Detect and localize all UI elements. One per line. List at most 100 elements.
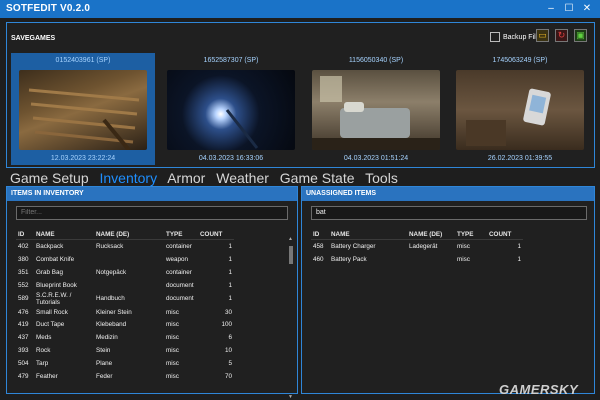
- cell-count: 1: [228, 268, 232, 276]
- unassigned-filter-input[interactable]: [311, 206, 587, 220]
- tab-armor[interactable]: Armor: [167, 170, 205, 186]
- cell-name: Combat Knife: [36, 255, 75, 263]
- refresh-icon[interactable]: ↻: [555, 29, 568, 42]
- cell-type: misc: [166, 321, 179, 329]
- scroll-down-icon[interactable]: ▼: [288, 394, 293, 400]
- cell-count: 6: [228, 334, 232, 342]
- savegame-slot-3[interactable]: 1156050340 (SP) 04.03.2023 01:51:24: [304, 53, 448, 165]
- cell-name: Grab Bag: [36, 268, 63, 276]
- inventory-table: ID NAME NAME (DE) TYPE COUNT 402 Backpack…: [16, 229, 234, 383]
- cell-type: misc: [166, 372, 179, 380]
- table-row[interactable]: 460 Battery Pack misc 1: [311, 253, 523, 266]
- cell-id: 380: [18, 255, 29, 263]
- savegame-date: 26.02.2023 01:39:55: [487, 155, 553, 162]
- cell-name-de: Rucksack: [96, 242, 124, 250]
- cell-count: 1: [228, 242, 232, 250]
- column-header-count[interactable]: COUNT: [487, 229, 523, 240]
- column-header-name-de[interactable]: NAME (DE): [407, 229, 455, 240]
- scrollbar-thumb[interactable]: [289, 246, 293, 264]
- cell-name-de: Klebeband: [96, 321, 127, 329]
- cell-count: 100: [221, 321, 232, 329]
- flashlight-night-image: [225, 109, 259, 149]
- column-header-name[interactable]: NAME: [329, 229, 407, 240]
- tab-inventory[interactable]: Inventory: [100, 170, 158, 186]
- tab-game-setup[interactable]: Game Setup: [10, 170, 89, 186]
- maximize-icon[interactable]: ☐: [562, 2, 576, 15]
- window-title: SOTFEDIT V0.2.0: [6, 3, 91, 14]
- unassigned-panel: UNASSIGNED ITEMS ID NAME NAME (DE) TYPE …: [301, 186, 595, 394]
- cell-name-de: Kleiner Stein: [96, 308, 132, 316]
- table-row[interactable]: 380 Combat Knife weapon 1: [16, 253, 234, 266]
- table-row[interactable]: 402 Backpack Rucksack container 1: [16, 240, 234, 253]
- cell-type: misc: [166, 347, 179, 355]
- savegame-id: 1745063249 (SP): [492, 57, 548, 64]
- savegame-date: 04.03.2023 16:33:06: [198, 155, 264, 162]
- column-header-type[interactable]: TYPE: [164, 229, 198, 240]
- cell-name: Small Rock: [36, 308, 68, 316]
- savegame-id: 0152403961 (SP): [55, 57, 111, 64]
- column-header-name[interactable]: NAME: [34, 229, 94, 240]
- cell-id: 419: [18, 321, 29, 329]
- table-row[interactable]: 479 Feather Feder misc 70: [16, 370, 234, 383]
- table-row[interactable]: 419 Duct Tape Klebeband misc 100: [16, 318, 234, 331]
- column-header-id[interactable]: ID: [311, 229, 329, 240]
- column-header-count[interactable]: COUNT: [198, 229, 234, 240]
- folder-icon[interactable]: ▭: [536, 29, 549, 42]
- savegames-panel: SAVEGAMES Backup Files ▭ ↻ ▣ 0152403961 …: [6, 22, 595, 168]
- inventory-header: ITEMS IN INVENTORY: [7, 187, 297, 201]
- cell-name: Feather: [36, 372, 58, 380]
- column-header-id[interactable]: ID: [16, 229, 34, 240]
- minimize-icon[interactable]: –: [544, 2, 558, 15]
- savegame-slot-4[interactable]: 1745063249 (SP) 26.02.2023 01:39:55: [448, 53, 592, 165]
- close-icon[interactable]: ✕: [580, 2, 594, 15]
- cell-id: 393: [18, 347, 29, 355]
- cell-name: Battery Pack: [331, 255, 367, 263]
- save-icon[interactable]: ▣: [574, 29, 587, 42]
- savegame-thumbnail: [456, 70, 584, 150]
- cell-type: document: [166, 295, 194, 303]
- scroll-up-icon[interactable]: ▲: [288, 236, 293, 242]
- cell-name: Backpack: [36, 242, 64, 250]
- savegame-slot-1[interactable]: 0152403961 (SP) 12.03.2023 23:22:24: [11, 53, 155, 165]
- cell-type: misc: [457, 242, 470, 250]
- cell-count: 1: [228, 255, 232, 263]
- unassigned-table: ID NAME NAME (DE) TYPE COUNT 458 Battery …: [311, 229, 523, 266]
- inventory-filter-input[interactable]: [16, 206, 288, 220]
- title-bar: SOTFEDIT V0.2.0 – ☐ ✕: [0, 0, 600, 18]
- savegame-slot-2[interactable]: 1652587307 (SP) 04.03.2023 16:33:06: [159, 53, 303, 165]
- cell-id: 460: [313, 255, 324, 263]
- cell-name-de: Medizin: [96, 334, 118, 342]
- cell-count: 1: [517, 242, 521, 250]
- table-row[interactable]: 552 Blueprint Book document 1: [16, 279, 234, 292]
- table-row[interactable]: 351 Grab Bag Notgepäck container 1: [16, 266, 234, 279]
- cell-id: 589: [18, 295, 29, 303]
- table-header-row: ID NAME NAME (DE) TYPE COUNT: [311, 229, 523, 240]
- cell-count: 1: [517, 255, 521, 263]
- table-row[interactable]: 589 S.C.R.E.W. / Tutorials Handbuch documen…: [16, 292, 234, 306]
- tab-weather[interactable]: Weather: [216, 170, 269, 186]
- table-row[interactable]: 504 Tarp Plane misc 5: [16, 357, 234, 370]
- gps-device-image: [466, 88, 551, 146]
- cell-id: 351: [18, 268, 29, 276]
- cell-type: misc: [166, 308, 179, 316]
- wooden-porch-image: [28, 88, 140, 150]
- tab-tools[interactable]: Tools: [365, 170, 398, 186]
- inventory-panel: ITEMS IN INVENTORY ID NAME NAME (DE) TYP…: [6, 186, 298, 400]
- table-row[interactable]: 393 Rock Stein misc 10: [16, 344, 234, 357]
- tab-game-state[interactable]: Game State: [280, 170, 355, 186]
- table-row[interactable]: 458 Battery Charger Ladegerät misc 1: [311, 240, 523, 253]
- cell-type: misc: [457, 255, 470, 263]
- table-row[interactable]: 476 Small Rock Kleiner Stein misc 30: [16, 306, 234, 319]
- table-row[interactable]: 437 Meds Medizin misc 6: [16, 331, 234, 344]
- savegames-label: SAVEGAMES: [11, 35, 56, 42]
- cell-id: 479: [18, 372, 29, 380]
- cell-id: 552: [18, 281, 29, 289]
- cell-id: 437: [18, 334, 29, 342]
- inventory-scrollbar[interactable]: ▲ ▼: [288, 236, 293, 400]
- cell-name: Rock: [36, 347, 51, 355]
- cell-name-de: [407, 253, 455, 266]
- column-header-type[interactable]: TYPE: [455, 229, 487, 240]
- savegame-id: 1652587307 (SP): [203, 57, 259, 64]
- column-header-name-de[interactable]: NAME (DE): [94, 229, 164, 240]
- checkbox-box[interactable]: [490, 32, 500, 42]
